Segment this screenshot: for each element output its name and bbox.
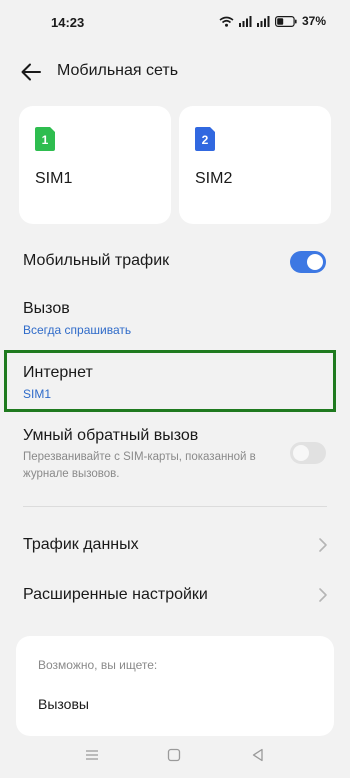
sim-card-icon: 2 [195,127,215,151]
chevron-right-icon [319,588,327,602]
battery-icon [274,15,297,27]
data-traffic-item[interactable]: Трафик данных [23,536,139,554]
signal-icon-sim1 [238,15,252,27]
internet-setting-title[interactable]: Интернет [23,364,93,382]
toggle-knob [307,254,323,270]
toggle-knob [293,445,309,461]
page-header: Мобильная сеть [0,52,350,92]
call-setting-value: Всегда спрашивать [23,323,132,337]
chevron-right-icon [319,538,327,552]
sim1-label: SIM1 [35,170,73,187]
section-divider [23,506,327,507]
sim2-label: SIM2 [195,170,233,187]
sim-card-icon: 1 [35,127,55,151]
back-arrow-icon[interactable] [18,60,44,84]
menu-icon[interactable] [85,748,99,762]
mobile-traffic-label: Мобильный трафик [23,252,170,269]
battery-percent: 37% [301,14,326,28]
status-icons: 37% [219,14,326,28]
status-bar: 14:23 37% [0,0,350,44]
navigation-bar [0,738,350,778]
back-icon[interactable] [251,748,265,762]
call-setting-title[interactable]: Вызов [23,300,70,318]
status-time: 14:23 [51,15,85,30]
mobile-traffic-toggle[interactable] [290,251,326,273]
sim2-card[interactable]: 2 SIM2 [179,106,331,224]
sim1-card[interactable]: 1 SIM1 [19,106,171,224]
internet-setting-value: SIM1 [23,387,52,401]
sim1-number: 1 [42,133,49,147]
suggestions-heading: Возможно, вы ищете: [38,658,158,672]
suggestion-item[interactable]: Вызовы [38,696,89,712]
wifi-icon [219,16,234,27]
smart-callback-toggle[interactable] [290,442,326,464]
home-icon[interactable] [167,748,181,762]
signal-icon-sim2 [256,15,270,27]
page-title: Мобильная сеть [57,62,179,79]
smart-callback-title: Умный обратный вызов [23,427,199,444]
sim2-number: 2 [202,133,209,147]
advanced-settings-item[interactable]: Расширенные настройки [23,586,208,604]
suggestions-card: Возможно, вы ищете: Вызовы [16,636,334,736]
smart-callback-description: Перезванивайте с SIM-карты, показанной в… [23,451,256,480]
